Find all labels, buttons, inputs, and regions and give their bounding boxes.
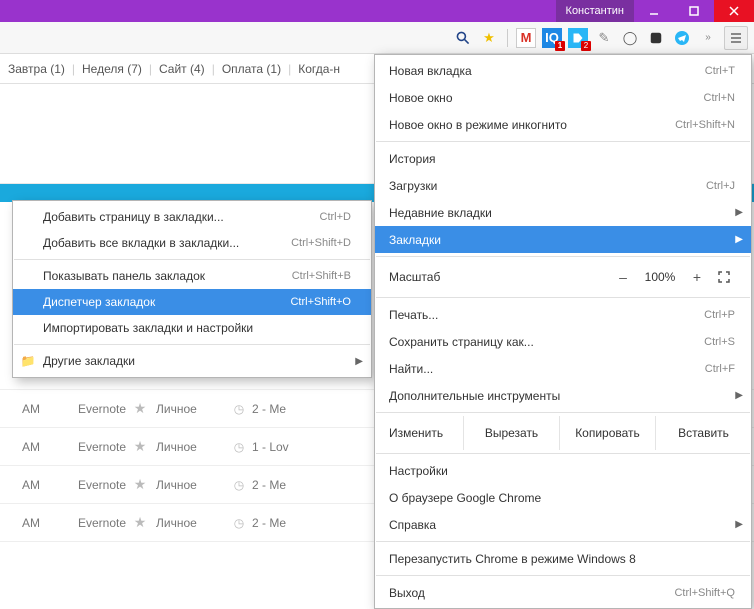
chevron-right-icon: ▶ xyxy=(735,390,743,401)
row-time: AM xyxy=(4,516,48,530)
row-time: AM xyxy=(4,440,48,454)
maximize-button[interactable] xyxy=(674,0,714,22)
menu-relaunch-windows8[interactable]: Перезапустить Chrome в режиме Windows 8 xyxy=(375,545,751,572)
bookmark-item[interactable]: Неделя (7) xyxy=(78,62,146,76)
label-extension-icon[interactable]: 2 xyxy=(568,28,588,48)
circle-icon[interactable]: ◯ xyxy=(620,28,640,48)
window-titlebar: Константин xyxy=(0,0,754,22)
browser-toolbar: ★ M IQ1 2 ✎ ◯ » xyxy=(0,22,754,54)
menu-new-tab[interactable]: Новая вкладкаCtrl+T xyxy=(375,57,751,84)
wand-icon[interactable]: ✎ xyxy=(594,28,614,48)
bookmark-item[interactable]: Когда-н xyxy=(294,62,344,76)
menu-separator xyxy=(376,541,750,542)
chevron-right-icon: ▶ xyxy=(735,234,743,245)
user-badge[interactable]: Константин xyxy=(556,0,634,22)
row-app: Evernote xyxy=(48,440,128,454)
menu-save-page-as[interactable]: Сохранить страницу как...Ctrl+S xyxy=(375,328,751,355)
menu-show-bookmark-bar[interactable]: Показывать панель закладокCtrl+Shift+B xyxy=(13,263,371,289)
clock-icon: ◷ xyxy=(228,478,250,492)
row-category: Личное xyxy=(152,402,228,416)
bookmarks-submenu: Добавить страницу в закладки...Ctrl+D До… xyxy=(12,200,372,378)
toolbar-divider xyxy=(507,29,508,47)
close-button[interactable] xyxy=(714,0,754,22)
menu-edit-row: Изменить Вырезать Копировать Вставить xyxy=(375,416,751,450)
evernote-icon[interactable] xyxy=(646,28,666,48)
row-time: AM xyxy=(4,478,48,492)
menu-downloads[interactable]: ЗагрузкиCtrl+J xyxy=(375,172,751,199)
menu-new-window[interactable]: Новое окноCtrl+N xyxy=(375,84,751,111)
chevron-right-icon: ▶ xyxy=(735,519,743,530)
bookmark-item[interactable]: Завтра (1) xyxy=(4,62,69,76)
menu-settings[interactable]: Настройки xyxy=(375,457,751,484)
menu-help[interactable]: Справка▶ xyxy=(375,511,751,538)
menu-bookmark-manager[interactable]: Диспетчер закладокCtrl+Shift+O xyxy=(13,289,371,315)
zoom-in-button[interactable]: + xyxy=(683,269,711,285)
menu-history[interactable]: История xyxy=(375,145,751,172)
menu-bookmarks[interactable]: Закладки▶ xyxy=(375,226,751,253)
menu-zoom-row: Масштаб – 100% + xyxy=(375,260,751,294)
star-icon[interactable]: ★ xyxy=(128,438,152,455)
clock-icon: ◷ xyxy=(228,402,250,416)
menu-separator xyxy=(376,297,750,298)
menu-separator xyxy=(14,259,370,260)
menu-separator xyxy=(376,412,750,413)
iq-extension-icon[interactable]: IQ1 xyxy=(542,28,562,48)
folder-icon: 📁 xyxy=(21,354,35,368)
menu-separator xyxy=(376,575,750,576)
star-icon[interactable]: ★ xyxy=(128,514,152,531)
menu-find[interactable]: Найти...Ctrl+F xyxy=(375,355,751,382)
menu-about-chrome[interactable]: О браузере Google Chrome xyxy=(375,484,751,511)
row-app: Evernote xyxy=(48,516,128,530)
search-icon[interactable] xyxy=(453,28,473,48)
chevron-right-icon[interactable]: » xyxy=(698,28,718,48)
menu-recent-tabs[interactable]: Недавние вкладки▶ xyxy=(375,199,751,226)
gmail-icon[interactable]: M xyxy=(516,28,536,48)
star-icon[interactable]: ★ xyxy=(128,476,152,493)
zoom-out-button[interactable]: – xyxy=(609,269,637,285)
menu-add-page-bookmark[interactable]: Добавить страницу в закладки...Ctrl+D xyxy=(13,204,371,230)
row-time: AM xyxy=(4,402,48,416)
row-app: Evernote xyxy=(48,478,128,492)
fullscreen-button[interactable] xyxy=(711,270,737,284)
row-app: Evernote xyxy=(48,402,128,416)
menu-print[interactable]: Печать...Ctrl+P xyxy=(375,301,751,328)
clock-icon: ◷ xyxy=(228,516,250,530)
menu-import-bookmarks[interactable]: Импортировать закладки и настройки xyxy=(13,315,371,341)
paste-button[interactable]: Вставить xyxy=(655,416,751,450)
chevron-right-icon: ▶ xyxy=(735,207,743,218)
menu-more-tools[interactable]: Дополнительные инструменты▶ xyxy=(375,382,751,409)
badge-count: 1 xyxy=(555,41,565,51)
clock-icon: ◷ xyxy=(228,440,250,454)
row-category: Личное xyxy=(152,478,228,492)
menu-exit[interactable]: ВыходCtrl+Shift+Q xyxy=(375,579,751,606)
menu-add-all-tabs-bookmark[interactable]: Добавить все вкладки в закладки...Ctrl+S… xyxy=(13,230,371,256)
menu-other-bookmarks[interactable]: 📁 Другие закладки ▶ xyxy=(13,348,371,374)
menu-separator xyxy=(376,141,750,142)
telegram-icon[interactable] xyxy=(672,28,692,48)
minimize-button[interactable] xyxy=(634,0,674,22)
star-icon[interactable]: ★ xyxy=(479,28,499,48)
cut-button[interactable]: Вырезать xyxy=(463,416,559,450)
menu-separator xyxy=(376,256,750,257)
zoom-label: Масштаб xyxy=(389,270,609,284)
row-category: Личное xyxy=(152,440,228,454)
menu-separator xyxy=(376,453,750,454)
badge-count: 2 xyxy=(581,41,591,51)
chevron-right-icon: ▶ xyxy=(355,356,363,367)
menu-new-incognito[interactable]: Новое окно в режиме инкогнитоCtrl+Shift+… xyxy=(375,111,751,138)
row-category: Личное xyxy=(152,516,228,530)
zoom-percent: 100% xyxy=(637,270,683,284)
bookmark-item[interactable]: Сайт (4) xyxy=(155,62,209,76)
chrome-main-menu: Новая вкладкаCtrl+T Новое окноCtrl+N Нов… xyxy=(374,54,752,609)
copy-button[interactable]: Копировать xyxy=(559,416,655,450)
bookmark-item[interactable]: Оплата (1) xyxy=(218,62,285,76)
chrome-menu-button[interactable] xyxy=(724,26,748,50)
star-icon[interactable]: ★ xyxy=(128,400,152,417)
menu-separator xyxy=(14,344,370,345)
edit-label: Изменить xyxy=(389,426,463,440)
